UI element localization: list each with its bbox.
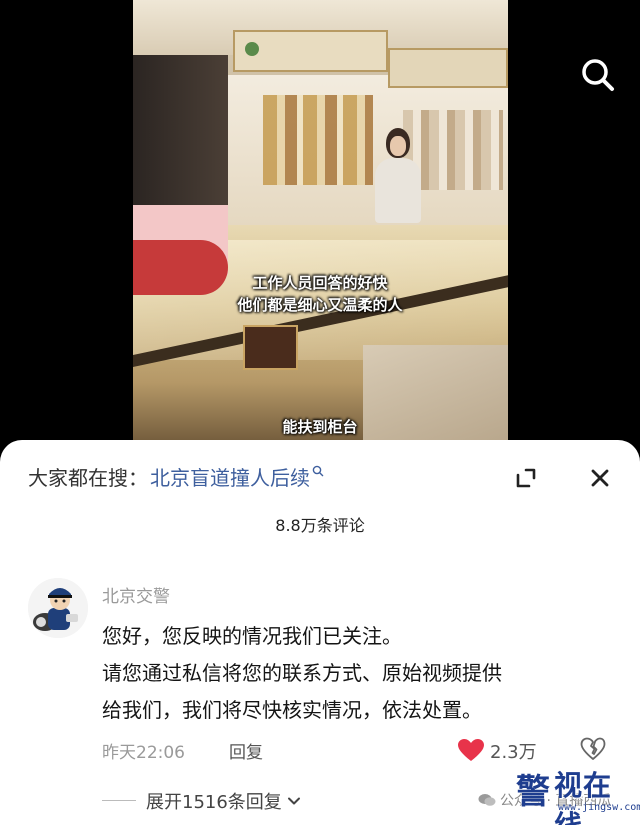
video-scene-goods — [263, 95, 373, 185]
watermark-brand: 视在线 — [554, 769, 613, 825]
video-scene-sign-logo — [245, 42, 259, 56]
heart-icon — [458, 739, 484, 761]
chevron-down-icon — [287, 797, 300, 805]
trending-search[interactable]: 大家都在搜： 北京盲道撞人后续 — [28, 460, 324, 492]
video-caption: 工作人员回答的好快 — [252, 274, 388, 292]
video-frame[interactable] — [133, 0, 508, 450]
reply-button[interactable]: 回复 — [229, 738, 263, 763]
trending-search-link[interactable]: 北京盲道撞人后续 — [150, 462, 310, 491]
watermark-url: www.jingsw.com — [558, 802, 640, 813]
comment-author[interactable]: 北京交警 — [102, 582, 170, 607]
like-button[interactable] — [457, 738, 485, 762]
avatar[interactable] — [28, 578, 88, 638]
wechat-icon — [478, 794, 496, 806]
search-button[interactable] — [578, 55, 618, 95]
comment-text-line: 您好，您反映的情况我们已关注。 — [102, 624, 402, 648]
dislike-button[interactable] — [580, 736, 606, 762]
search-icon — [582, 59, 614, 91]
close-icon — [591, 469, 609, 487]
video-scene-sign-right — [388, 48, 508, 88]
expand-button[interactable] — [508, 460, 544, 496]
trending-search-label: 大家都在搜： — [28, 465, 148, 490]
comment-timestamp: 昨天22:06 — [102, 743, 185, 763]
site-watermark-logo: 警 视在线 www.jingsw.com — [514, 762, 640, 825]
close-button[interactable] — [582, 460, 618, 496]
like-count: 2.3万 — [490, 742, 537, 763]
video-player[interactable]: 工作人员回答的好快 他们都是细心又温柔的人 能扶到柜台 — [0, 0, 640, 450]
search-icon — [312, 465, 324, 477]
video-scene-box — [243, 325, 298, 370]
comment-sheet: 大家都在搜： 北京盲道撞人后续 8.8万条评论 北京交警 您好，您反映的情况我们… — [0, 440, 640, 825]
watermark-mark: 警 — [516, 772, 550, 812]
comment-count: 8.8万条评论 — [275, 516, 365, 535]
expand-replies-label: 展开1516条回复 — [146, 792, 282, 813]
video-caption: 能扶到柜台 — [282, 418, 358, 436]
broken-heart-icon — [580, 737, 606, 760]
expand-icon — [516, 468, 536, 488]
comment-text-line: 给我们，我们将尽快核实情况，依法处置。 — [102, 698, 482, 722]
expand-divider — [102, 800, 136, 801]
police-mascot-avatar-icon — [28, 578, 88, 638]
video-caption: 他们都是细心又温柔的人 — [237, 296, 403, 314]
comment-text-line: 请您通过私信将您的联系方式、原始视频提供 — [102, 661, 502, 685]
expand-replies-button[interactable]: 展开1516条回复 — [146, 788, 302, 814]
video-scene-staff — [373, 128, 423, 223]
